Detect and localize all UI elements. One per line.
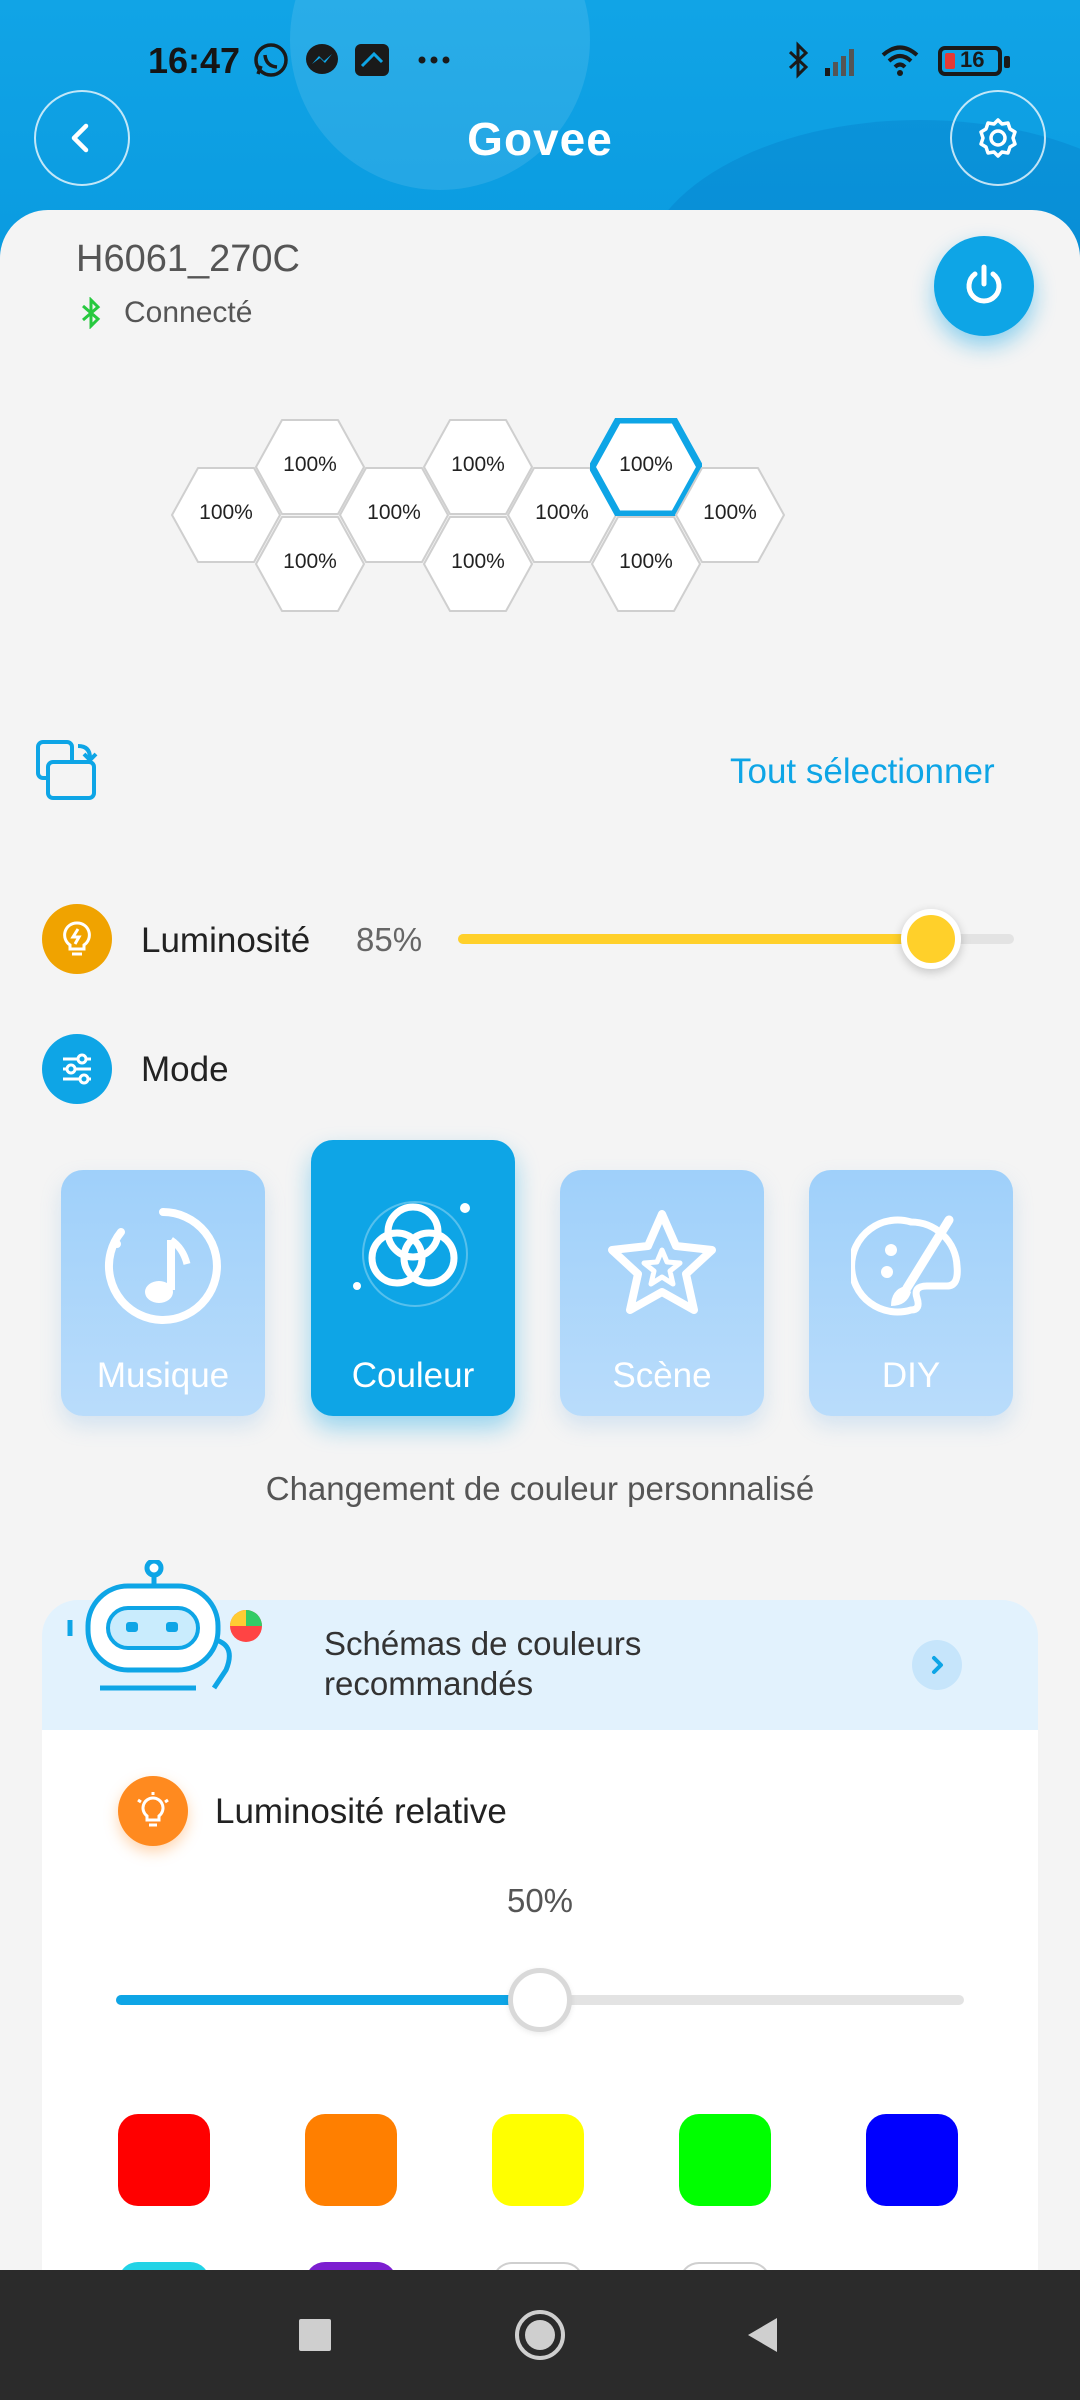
- music-note-icon: [104, 1208, 221, 1324]
- color-swatch[interactable]: [492, 2114, 584, 2206]
- mode-label: Mode: [141, 1050, 229, 1089]
- chevron-right-icon: [932, 1656, 943, 1674]
- battery-text: 16: [960, 47, 985, 72]
- color-swatch[interactable]: [866, 2114, 958, 2206]
- color-circles-icon: [353, 1201, 470, 1307]
- brand-logo: Govee: [467, 113, 613, 165]
- lightbulb-icon: [63, 921, 91, 956]
- color-swatch[interactable]: [118, 2114, 210, 2206]
- recommended-arrow-button[interactable]: [912, 1640, 962, 1690]
- mode-diy-label: DIY: [881, 1356, 941, 1395]
- panel-brightness-label: 100%: [703, 501, 757, 524]
- home-circle-icon: [515, 2310, 565, 2360]
- palette-brush-icon: [851, 1215, 961, 1316]
- wifi-icon: [881, 45, 919, 76]
- mode-color-label: Couleur: [351, 1356, 475, 1395]
- sliders-icon: [63, 1053, 91, 1085]
- system-navbar: [0, 2270, 1080, 2400]
- connection-status-text: Connecté: [124, 296, 253, 329]
- recommended-line2: recommandés: [324, 1665, 534, 1702]
- mode-scene[interactable]: Scène: [560, 1170, 764, 1416]
- brightness-label: Luminosité: [141, 921, 311, 960]
- whatsapp-icon: [254, 43, 288, 77]
- brightness-icon-badge: [42, 904, 112, 974]
- status-bar: 16:47 16: [0, 30, 1080, 90]
- mode-diy[interactable]: DIY: [809, 1170, 1013, 1416]
- rotate-layout-icon[interactable]: [34, 738, 100, 804]
- status-time: 16:47: [148, 40, 241, 81]
- recommended-schemes-text: Schémas de couleurs recommandés: [324, 1624, 641, 1704]
- messenger-icon: [306, 44, 338, 74]
- battery-level: [945, 53, 955, 69]
- signal-icon: [825, 49, 854, 76]
- mode-icon-badge: [42, 1034, 112, 1104]
- brightness-value: 85%: [356, 921, 423, 958]
- back-triangle-icon: [748, 2318, 777, 2352]
- relative-brightness-slider-fill: [116, 1995, 540, 2005]
- mode-scene-label: Scène: [612, 1356, 712, 1395]
- connection-status: Connecté: [80, 296, 252, 330]
- lightbulb-icon: [137, 1792, 169, 1827]
- mode-description: Changement de couleur personnalisé: [265, 1470, 815, 1507]
- robot-mascot-icon: [67, 1560, 262, 1691]
- recents-button[interactable]: [288, 2308, 342, 2362]
- mode-music[interactable]: Musique: [61, 1170, 265, 1416]
- panel-hexagon[interactable]: 100%: [674, 466, 786, 564]
- brightness-slider-thumb[interactable]: [900, 909, 961, 969]
- power-icon: [966, 264, 1002, 304]
- camera-app-icon: [355, 44, 389, 76]
- gear-icon: [979, 118, 1017, 158]
- back-nav-button[interactable]: [736, 2308, 790, 2362]
- mode-music-label: Musique: [96, 1356, 230, 1395]
- color-swatch[interactable]: [305, 2114, 397, 2206]
- app-screen: 16:47 16 Govee H6061_270C Connecté 100% …: [0, 0, 1080, 2400]
- power-button[interactable]: [934, 236, 1034, 336]
- battery-tip: [1004, 56, 1010, 68]
- recents-square-icon: [299, 2319, 331, 2351]
- bluetooth-icon: [82, 297, 101, 329]
- brightness-slider-fill: [458, 934, 931, 944]
- more-dots-icon: [418, 56, 450, 64]
- settings-button[interactable]: [950, 90, 1046, 186]
- device-name: H6061_270C: [76, 238, 300, 280]
- relative-brightness-slider-thumb[interactable]: [508, 1968, 572, 2032]
- panel-layout: 100% 100% 100% 100% 100% 100% 100% 100% 100% 100%: [170, 418, 800, 624]
- star-icon: [608, 1210, 716, 1314]
- relative-brightness-icon-badge: [118, 1776, 188, 1846]
- home-button[interactable]: [513, 2308, 567, 2362]
- color-swatch[interactable]: [679, 2114, 771, 2206]
- bluetooth-icon: [788, 41, 809, 79]
- select-all-button[interactable]: Tout sélectionner: [730, 752, 995, 792]
- relative-brightness-value: 50%: [506, 1882, 574, 1919]
- battery-icon: 16: [938, 46, 1002, 76]
- recommended-line1: Schémas de couleurs: [324, 1625, 642, 1662]
- mode-color[interactable]: Couleur: [311, 1140, 515, 1416]
- relative-brightness-label: Luminosité relative: [215, 1792, 507, 1831]
